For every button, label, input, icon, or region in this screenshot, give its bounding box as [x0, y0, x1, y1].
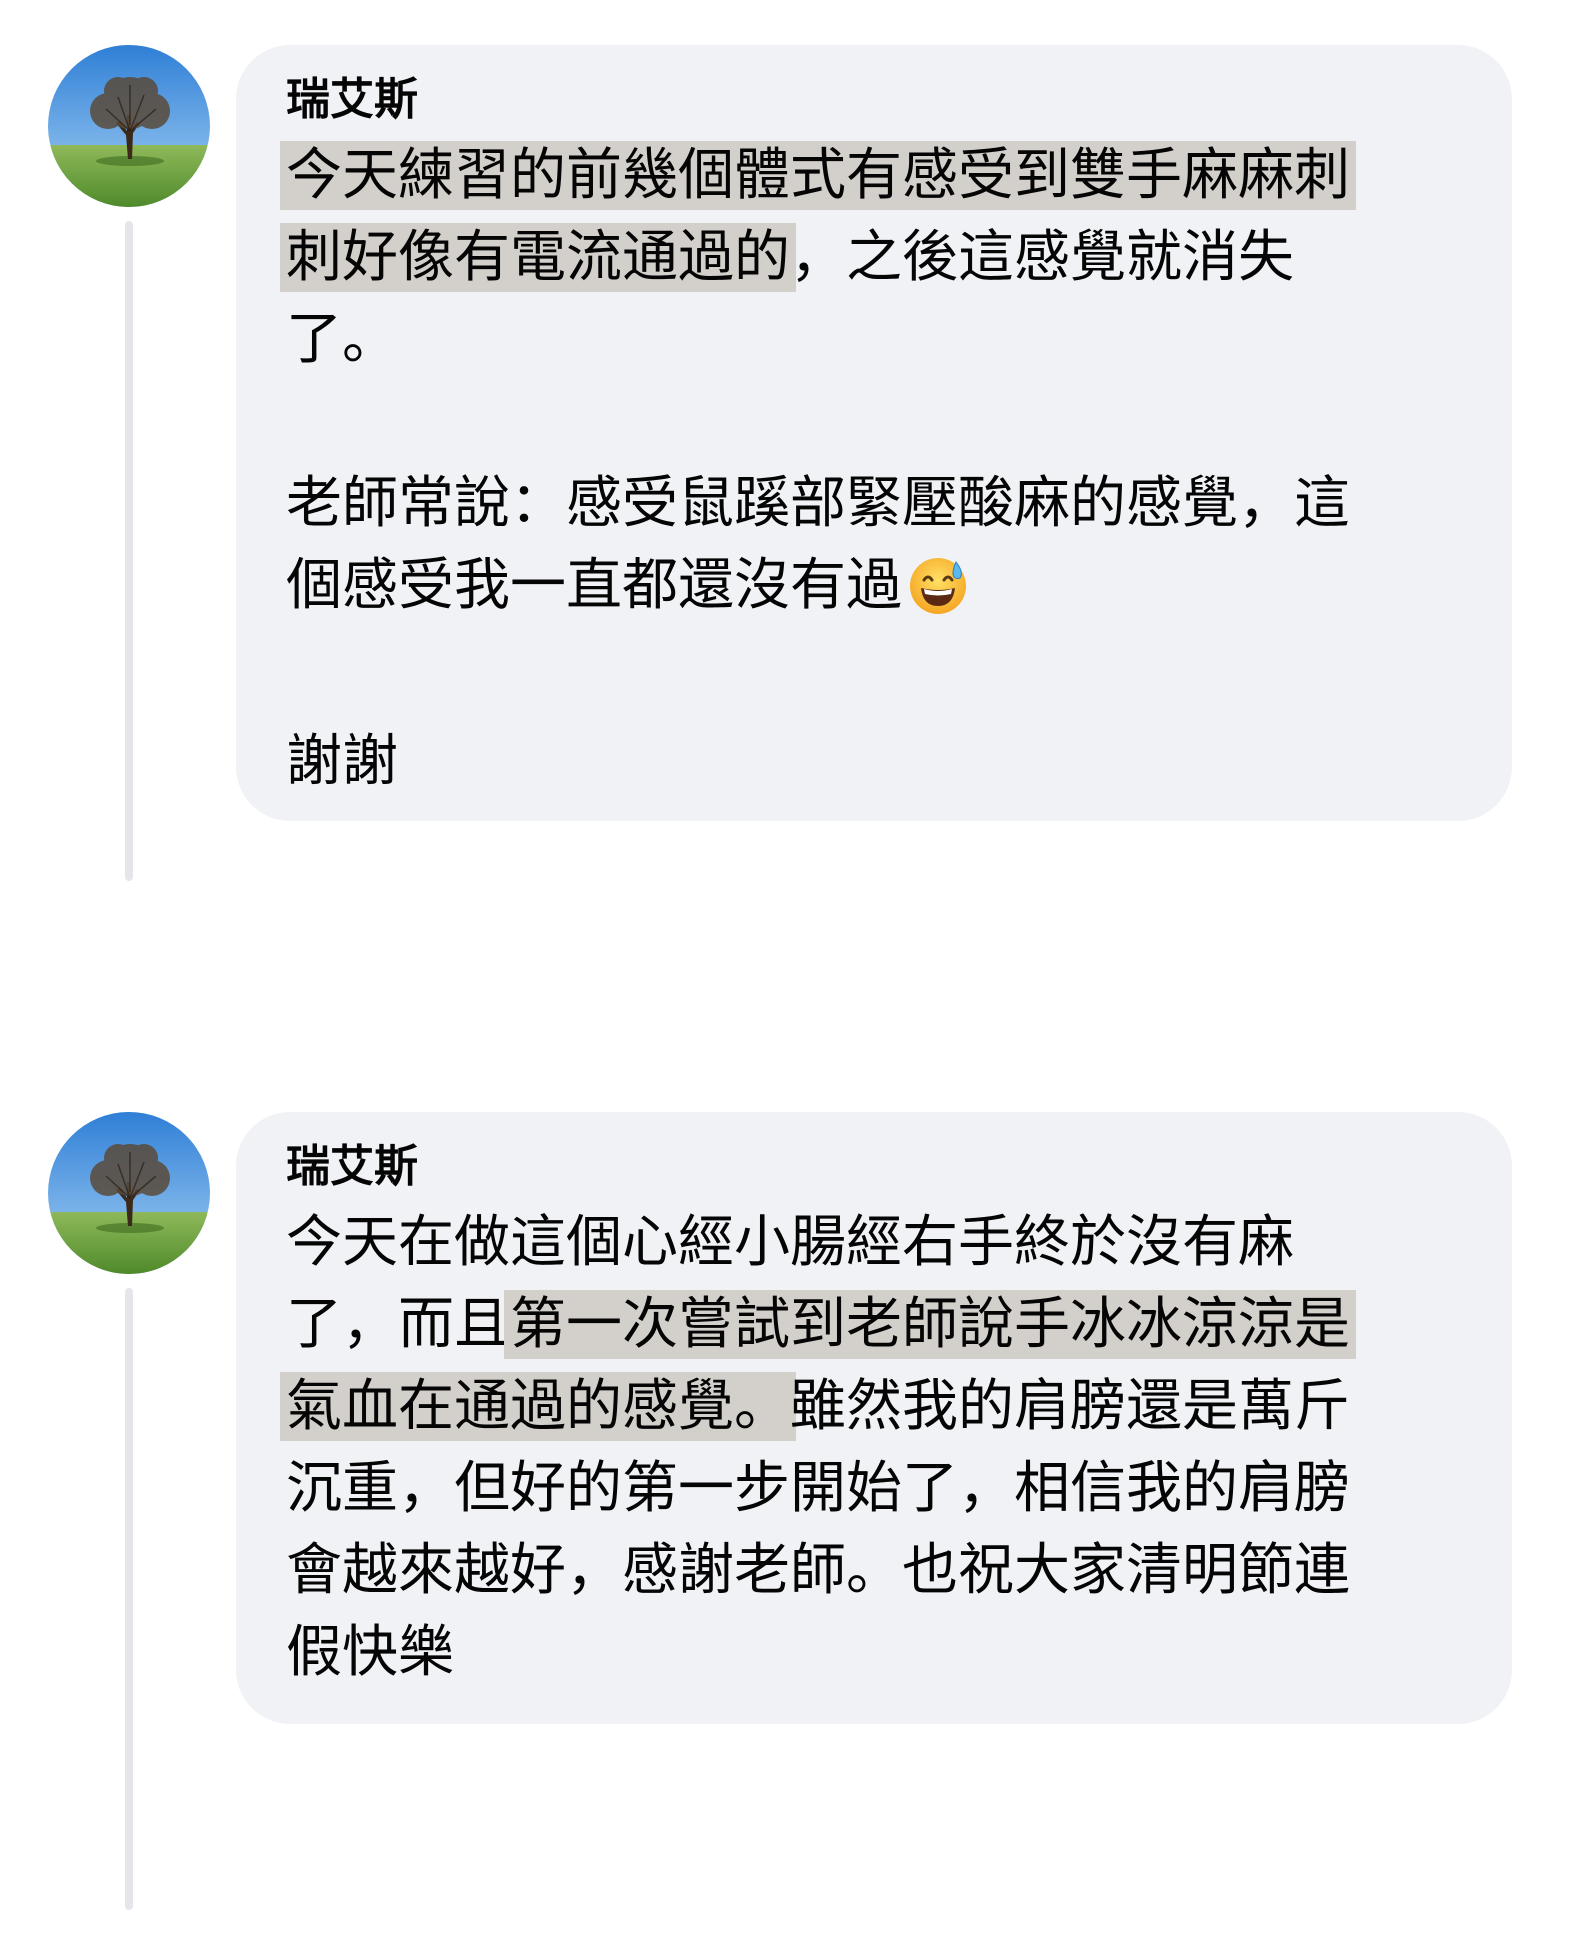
plain-text: ，之後這感覺就消失 — [790, 225, 1294, 290]
tree-avatar-icon[interactable] — [48, 45, 210, 207]
highlighted-text: 氣血在通過的感覺。 — [280, 1372, 796, 1441]
plain-text: 了，而且 — [286, 1292, 510, 1357]
comment-bubble: 瑞艾斯 今天練習的前幾個體式有感受到雙手麻麻刺 刺好像有電流通過的，之後這感覺就… — [236, 45, 1512, 821]
comment-text: 今天在做這個心經小腸經右手終於沒有麻 了，而且第一次嘗試到老師說手冰冰涼涼是 氣… — [280, 1202, 1466, 1694]
comment-line: 刺好像有電流通過的，之後這感覺就消失 — [280, 217, 1466, 299]
comment-line: 謝謝 — [286, 729, 398, 794]
plain-text: 雖然我的肩膀還是萬斤 — [790, 1374, 1350, 1439]
comment-line: 個感受我一直都還沒有過 — [286, 545, 1466, 639]
comment-line: 今天練習的前幾個體式有感受到雙手麻麻刺 — [280, 135, 1466, 217]
comment-line: 假快樂 — [286, 1620, 454, 1685]
comment-line: 沉重，但好的第一步開始了，相信我的肩膀 — [286, 1456, 1350, 1521]
comment-line: 今天在做這個心經小腸經右手終於沒有麻 — [286, 1210, 1294, 1275]
highlighted-text: 第一次嘗試到老師說手冰冰涼涼是 — [504, 1290, 1356, 1359]
thread-line — [125, 221, 133, 881]
plain-text: 個感受我一直都還沒有過 — [286, 553, 902, 618]
grinning-sweat-emoji-icon — [908, 556, 968, 639]
comment-author[interactable]: 瑞艾斯 — [286, 1140, 1472, 1194]
tree-avatar-icon[interactable] — [48, 1112, 210, 1274]
comment-line: 了，而且第一次嘗試到老師說手冰冰涼涼是 — [286, 1284, 1466, 1366]
comment-line: 老師常說：感受鼠蹊部緊壓酸麻的感覺，這 — [286, 471, 1350, 536]
highlighted-text: 刺好像有電流通過的 — [280, 223, 796, 292]
comment-author[interactable]: 瑞艾斯 — [286, 73, 1472, 127]
highlighted-text: 今天練習的前幾個體式有感受到雙手麻麻刺 — [280, 141, 1356, 210]
comment-bubble: 瑞艾斯 今天在做這個心經小腸經右手終於沒有麻 了，而且第一次嘗試到老師說手冰冰涼… — [236, 1112, 1512, 1724]
thread-line — [125, 1288, 133, 1910]
comment-line: 氣血在通過的感覺。雖然我的肩膀還是萬斤 — [280, 1366, 1466, 1448]
comment-item: 瑞艾斯 今天在做這個心經小腸經右手終於沒有麻 了，而且第一次嘗試到老師說手冰冰涼… — [0, 1112, 1587, 1910]
comment-line: 了。 — [286, 307, 398, 372]
comment-text: 今天練習的前幾個體式有感受到雙手麻麻刺 刺好像有電流通過的，之後這感覺就消失 了… — [280, 135, 1466, 803]
comment-item: 瑞艾斯 今天練習的前幾個體式有感受到雙手麻麻刺 刺好像有電流通過的，之後這感覺就… — [0, 45, 1587, 881]
comment-line: 會越來越好，感謝老師。也祝大家清明節連 — [286, 1538, 1350, 1603]
